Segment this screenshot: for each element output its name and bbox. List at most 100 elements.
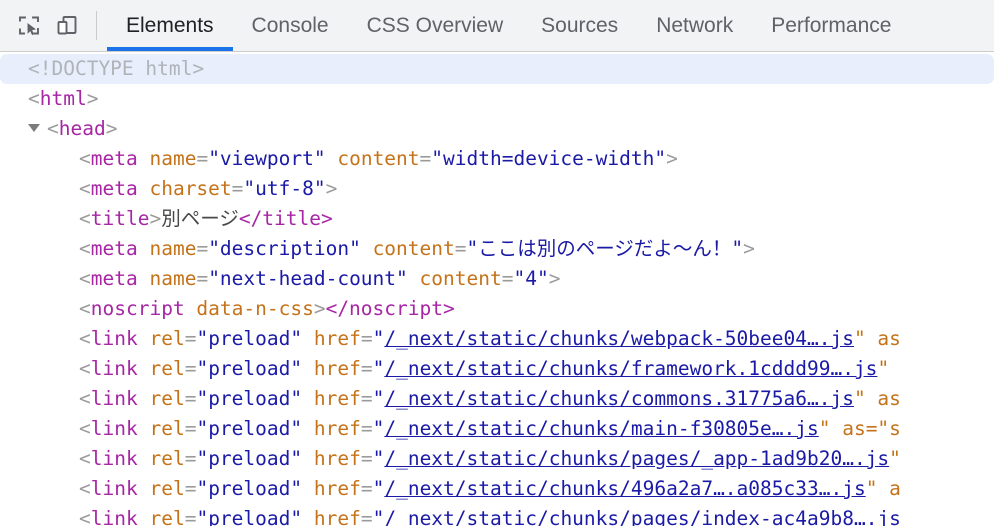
attribute-tail: " as="s (818, 417, 901, 440)
dom-row-link-main[interactable]: <link rel="preload" href="/_next/static/… (0, 414, 994, 444)
attribute-name[interactable]: rel (149, 477, 184, 500)
href-link[interactable]: /_next/static/chunks/framework.1cddd99….… (384, 357, 877, 380)
attribute-value[interactable]: "preload" (196, 447, 302, 470)
tag-name: link (90, 357, 138, 380)
angle-close: > (105, 117, 118, 140)
dom-row-meta-charset[interactable]: <meta charset="utf-8"> (0, 174, 994, 204)
attribute-name[interactable]: href (314, 327, 361, 350)
attribute-value[interactable]: "width=device-width" (431, 147, 666, 170)
angle-open: < (79, 177, 91, 200)
dom-row-noscript[interactable]: <noscript data-n-css></noscript> (0, 294, 994, 324)
title-text-node[interactable]: 別ページ (161, 207, 239, 230)
dom-row-meta-next-head-count[interactable]: <meta name="next-head-count" content="4"… (0, 264, 994, 294)
attribute-name[interactable]: content (373, 237, 455, 260)
angle-open: < (79, 357, 91, 380)
tag-name: meta (90, 147, 138, 170)
angle-open: < (79, 207, 91, 230)
attribute-name[interactable]: rel (149, 417, 184, 440)
href-link[interactable]: /_next/static/chunks/webpack-50bee04….js (384, 327, 854, 350)
href-link[interactable]: /_next/static/chunks/pages/index-ac4a9b8… (384, 507, 865, 526)
tag-name: noscript (90, 297, 185, 320)
attribute-name[interactable]: href (314, 357, 361, 380)
angle-open: < (79, 297, 91, 320)
attribute-name[interactable]: content (337, 147, 419, 170)
tab-sources[interactable]: Sources (522, 0, 637, 51)
attribute-tail: " a (865, 477, 901, 500)
attribute-name[interactable]: rel (149, 507, 184, 526)
dom-row-link-webpack[interactable]: <link rel="preload" href="/_next/static/… (0, 324, 994, 354)
attribute-value[interactable]: "description" (208, 237, 361, 260)
attribute-name[interactable]: name (149, 147, 196, 170)
doctype-text: <!DOCTYPE html> (28, 57, 205, 80)
attribute-name[interactable]: name (149, 267, 196, 290)
panel-tab-strip: Elements Console CSS Overview Sources Ne… (107, 0, 994, 51)
attribute-name[interactable]: href (314, 447, 361, 470)
tab-performance[interactable]: Performance (752, 0, 910, 51)
dom-tree-panel[interactable]: <!DOCTYPE html> <html> <head> <meta name… (0, 52, 994, 526)
dom-row-link-framework[interactable]: <link rel="preload" href="/_next/static/… (0, 354, 994, 384)
dom-row-html[interactable]: <html> (0, 84, 994, 114)
dom-row-head[interactable]: <head> (0, 114, 994, 144)
attribute-value[interactable]: "next-head-count" (208, 267, 408, 290)
angle-open: < (79, 387, 91, 410)
attribute-value[interactable]: "utf-8" (243, 177, 325, 200)
attribute-name[interactable]: content (420, 267, 502, 290)
attribute-name[interactable]: href (314, 507, 361, 526)
attribute-name[interactable]: rel (149, 447, 184, 470)
expand-collapse-triangle-icon[interactable] (28, 124, 40, 132)
attribute-value[interactable]: "preload" (196, 387, 302, 410)
href-link[interactable]: /_next/static/chunks/pages/_app-1ad9b20…… (384, 447, 889, 470)
attribute-name[interactable]: data-n-css (196, 297, 313, 320)
tag-name: link (90, 327, 138, 350)
attribute-tail: " as (853, 387, 901, 410)
href-link[interactable]: /_next/static/chunks/commons.31775a6….js (384, 387, 854, 410)
attribute-name[interactable]: rel (149, 327, 184, 350)
tag-name: link (90, 417, 138, 440)
toolbar-divider (96, 11, 97, 40)
dom-row-link-commons[interactable]: <link rel="preload" href="/_next/static/… (0, 384, 994, 414)
attribute-tail: .js (865, 507, 901, 526)
attribute-tail: " as (853, 327, 901, 350)
attribute-name[interactable]: href (314, 477, 361, 500)
attribute-name[interactable]: href (314, 387, 361, 410)
dom-row-doctype[interactable]: <!DOCTYPE html> (0, 54, 994, 84)
attribute-name[interactable]: href (314, 417, 361, 440)
dom-row-link-app[interactable]: <link rel="preload" href="/_next/static/… (0, 444, 994, 474)
attribute-value[interactable]: "preload" (196, 357, 302, 380)
tag-name: link (90, 507, 138, 526)
dom-row-title[interactable]: <title>別ページ</title> (0, 204, 994, 234)
href-link[interactable]: /_next/static/chunks/496a2a7….a085c33….j… (384, 477, 865, 500)
attribute-tail: " (889, 447, 901, 470)
tag-name: head (58, 117, 106, 140)
attribute-name[interactable]: name (149, 237, 196, 260)
tab-css-overview[interactable]: CSS Overview (348, 0, 523, 51)
attribute-value[interactable]: "viewport" (208, 147, 325, 170)
attribute-value[interactable]: "preload" (196, 477, 302, 500)
inspect-element-button[interactable] (10, 7, 48, 45)
angle-close: > (325, 177, 338, 200)
tab-console[interactable]: Console (233, 0, 348, 51)
attribute-value[interactable]: "preload" (196, 417, 302, 440)
angle-open: < (47, 117, 59, 140)
tab-elements[interactable]: Elements (107, 0, 233, 51)
attribute-name[interactable]: rel (149, 357, 184, 380)
dom-row-meta-viewport[interactable]: <meta name="viewport" content="width=dev… (0, 144, 994, 174)
dom-row-link-index[interactable]: <link rel="preload" href="/_next/static/… (0, 504, 994, 526)
tab-network[interactable]: Network (637, 0, 752, 51)
device-toolbar-button[interactable] (48, 7, 86, 45)
dom-row-meta-description[interactable]: <meta name="description" content="ここは別のペ… (0, 234, 994, 264)
angle-close: > (743, 237, 755, 260)
attribute-value[interactable]: "preload" (196, 507, 302, 526)
tag-name: html (39, 87, 87, 110)
attribute-value[interactable]: "ここは別のページだよ〜ん！" (467, 237, 744, 260)
angle-open: < (79, 327, 91, 350)
attribute-value[interactable]: "4" (513, 267, 548, 290)
attribute-name[interactable]: rel (149, 387, 184, 410)
attribute-name[interactable]: charset (149, 177, 231, 200)
dom-row-link-496a2a7[interactable]: <link rel="preload" href="/_next/static/… (0, 474, 994, 504)
device-toolbar-icon (54, 13, 80, 39)
angle-open: < (79, 147, 91, 170)
attribute-value[interactable]: "preload" (196, 327, 302, 350)
href-link[interactable]: /_next/static/chunks/main-f30805e….js (384, 417, 818, 440)
angle-open: < (79, 417, 91, 440)
